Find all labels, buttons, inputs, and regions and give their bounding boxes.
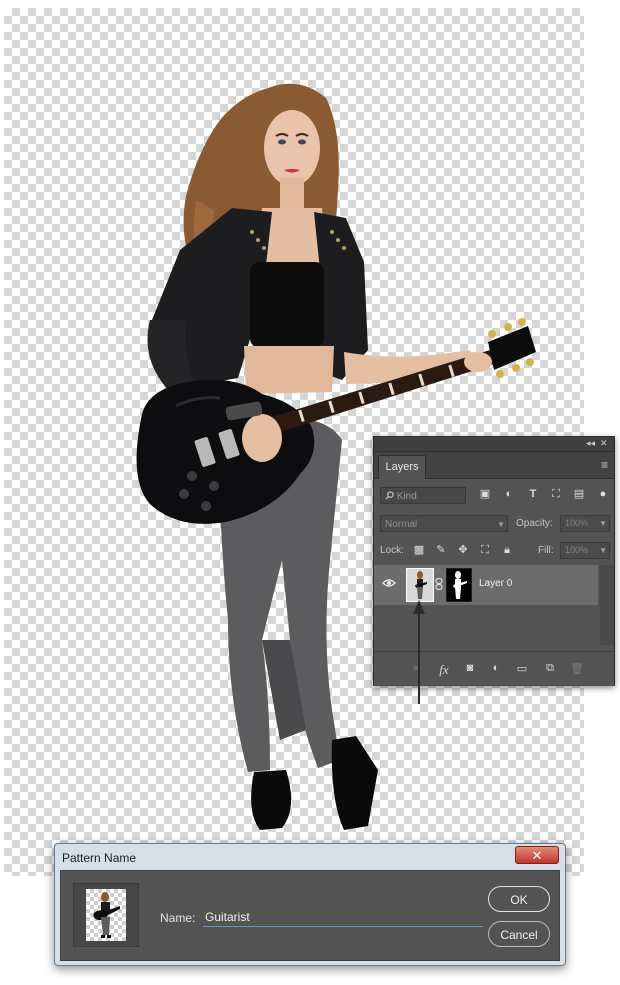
panel-tab-bar: Layers ≡ [374, 452, 614, 479]
eye-visibility-icon[interactable] [382, 578, 396, 588]
chevron-down-icon: ▼ [599, 519, 607, 528]
panel-menu-icon[interactable]: ≡ [601, 458, 608, 472]
trash-icon[interactable]: 🗑︎ [569, 662, 585, 675]
fill-field[interactable]: 100% ▼ [560, 542, 610, 559]
filter-kind-label: Kind [396, 491, 417, 502]
name-label: Name: [160, 911, 196, 925]
shoe-right [331, 736, 378, 830]
adjustment-filter-icon[interactable]: ◐ [502, 487, 516, 501]
fx-icon[interactable]: fx [436, 662, 452, 678]
lock-artboard-icon[interactable]: ⛶ [478, 543, 492, 557]
cancel-button[interactable]: Cancel [488, 921, 550, 947]
lock-row: Lock: ▩ ✎ ✥ ⛶ 🔒︎ Fill: 100% ▼ [374, 538, 614, 562]
filter-toggle-icon[interactable]: ● [596, 487, 610, 501]
layer-name[interactable]: Layer 0 [479, 578, 512, 589]
close-dialog-button[interactable]: ✕ [515, 846, 559, 864]
adjustment-icon[interactable]: ◐ [488, 662, 504, 674]
lock-position-icon[interactable]: ✥ [456, 543, 470, 557]
dialog-body: Name: OK Cancel [60, 870, 560, 961]
lock-transparent-pixels-icon[interactable]: ▩ [412, 543, 426, 557]
lock-all-icon[interactable]: 🔒︎ [500, 543, 514, 557]
chevron-down-icon: ▼ [497, 520, 505, 529]
fill-label: Fill: [538, 545, 554, 556]
face [264, 110, 320, 186]
panel-title-strip: ◂◂ ✕ [374, 437, 614, 452]
opacity-field[interactable]: 100% ▼ [560, 515, 610, 532]
pattern-preview-image [86, 889, 126, 941]
filter-kind-dropdown[interactable]: Kind [380, 487, 466, 504]
pattern-thumbnail-figure [93, 892, 120, 938]
pattern-preview [73, 883, 139, 947]
search-icon [385, 491, 394, 500]
pattern-name-dialog: Pattern Name ✕ Name: OK Cancel [54, 843, 566, 966]
filter-row: Kind ▣ ◐ T ⛶ ▤ ● [374, 483, 614, 507]
opacity-value: 100% [565, 518, 589, 528]
layer-thumbnail[interactable] [406, 568, 434, 602]
shoe-left [251, 770, 292, 830]
layer-thumbnail-image [407, 569, 433, 601]
layer-row-layer-0[interactable]: Layer 0 [374, 565, 598, 605]
shape-filter-icon[interactable]: ⛶ [549, 487, 563, 501]
add-mask-icon[interactable]: ◙ [462, 662, 478, 674]
new-layer-icon[interactable]: ⧉ [542, 662, 558, 675]
dialog-title: Pattern Name [62, 851, 137, 865]
opacity-label: Opacity: [516, 518, 553, 529]
blend-mode-dropdown[interactable]: Normal ▼ [380, 515, 508, 532]
layer-mask-thumbnail[interactable] [446, 568, 472, 602]
pattern-name-input[interactable] [203, 907, 483, 927]
ok-button[interactable]: OK [488, 886, 550, 912]
collapse-panel-icon[interactable]: ◂◂ [586, 438, 595, 449]
layer-mask-image [447, 569, 471, 601]
tab-layers[interactable]: Layers [378, 455, 426, 479]
lock-image-pixels-icon[interactable]: ✎ [434, 543, 448, 557]
image-filter-icon[interactable]: ▣ [478, 487, 492, 501]
group-folder-icon[interactable]: ▭ [514, 662, 530, 675]
blend-mode-value: Normal [385, 519, 418, 530]
crop-top [250, 262, 324, 348]
blend-row: Normal ▼ Opacity: 100% ▼ [374, 511, 614, 535]
fill-value: 100% [565, 545, 589, 555]
chevron-down-icon: ▼ [599, 546, 607, 555]
close-panel-icon[interactable]: ✕ [600, 438, 608, 449]
lock-label: Lock: [380, 545, 404, 556]
type-filter-icon[interactable]: T [526, 487, 540, 501]
callout-arrow [413, 600, 425, 704]
link-mask-icon[interactable] [435, 578, 443, 590]
smart-object-filter-icon[interactable]: ▤ [572, 487, 586, 501]
layers-scrollbar[interactable] [600, 565, 614, 645]
